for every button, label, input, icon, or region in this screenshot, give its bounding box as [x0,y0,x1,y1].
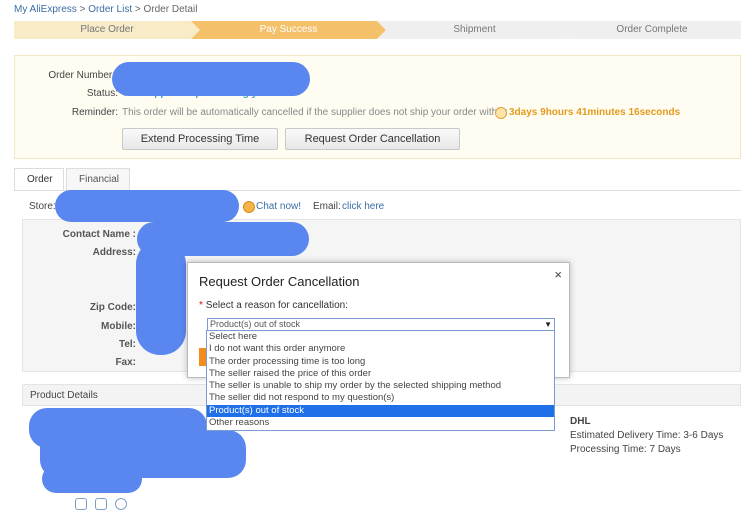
dialog-title: Request Order Cancellation [199,274,360,289]
email-link[interactable]: click here [342,201,384,212]
reason-option[interactable]: The seller is unable to ship my order by… [207,380,554,392]
reason-option[interactable]: The seller did not respond to my questio… [207,392,554,404]
step-place-order: Place Order [14,21,200,39]
reason-label: * Select a reason for cancellation: [199,300,348,311]
countdown-timer: 3days 9hours 41minutes 16seconds [509,107,681,118]
store-row: Store: [29,201,56,212]
image-icon[interactable] [95,498,107,510]
tab-financial[interactable]: Financial [66,168,130,190]
step-label: Pay Success [259,24,318,35]
processing-time: Processing Time: 7 Days [570,444,681,455]
step-label: Shipment [453,24,496,35]
request-order-cancellation-button[interactable]: Request Order Cancellation [285,128,460,150]
reason-option[interactable]: Select here [207,331,554,343]
breadcrumb-separator: > [134,4,141,15]
reason-option[interactable]: The order processing time is too long [207,356,554,368]
order-progress-steps: Place Order Pay Success Shipment Order C… [14,21,741,39]
reason-option-selected[interactable]: Product(s) out of stock [207,404,554,418]
close-icon[interactable]: × [554,267,562,282]
step-label: Order Complete [616,24,688,35]
clock-icon [495,107,507,119]
zip-code-label: Zip Code: [89,302,136,313]
reason-label-text: Select a reason for cancellation: [205,300,348,311]
required-mark: * [199,300,203,311]
tel-label: Tel: [118,339,136,350]
mobile-label: Mobile: [101,321,136,332]
selected-reason: Product(s) out of stock [210,319,301,329]
breadcrumb-home-link[interactable]: My AliExpress [14,4,77,15]
chat-now-link[interactable]: Chat now! [256,201,301,212]
breadcrumb: My AliExpress > Order List > Order Detai… [14,4,197,15]
extend-processing-time-button[interactable]: Extend Processing Time [122,128,278,150]
redaction-mark [42,465,142,493]
contact-name-label: Contact Name : [62,229,136,240]
step-label: Place Order [80,24,134,35]
countdown-suffix: . [669,107,672,118]
reminder-label: Reminder: [71,107,118,118]
reason-option[interactable]: The seller raised the price of this orde… [207,368,554,380]
step-order-complete: Order Complete [563,21,741,39]
breadcrumb-current: Order Detail [143,4,198,15]
email-label: Email: [313,201,341,212]
link-icon[interactable] [115,498,127,510]
tab-order[interactable]: Order [14,168,64,190]
breadcrumb-order-list-link[interactable]: Order List [88,4,132,15]
cancellation-reason-dropdown: Select here I do not want this order any… [206,330,555,431]
redaction-mark [55,190,239,222]
reminder-text: This order will be automatically cancell… [122,107,508,118]
order-number-label: Order Number: [48,70,115,81]
breadcrumb-separator: > [79,4,86,15]
alarm-icon[interactable] [75,498,87,510]
fax-label: Fax: [115,357,136,368]
redaction-mark [136,240,186,355]
address-label: Address: [92,247,136,258]
estimated-delivery-time: Estimated Delivery Time: 3-6 Days [570,430,724,441]
step-shipment: Shipment [377,21,572,39]
store-label: Store: [29,201,56,212]
reason-option[interactable]: I do not want this order anymore [207,343,554,355]
step-pay-success: Pay Success [191,21,386,39]
chevron-down-icon: ▼ [544,320,552,329]
status-label: Status: [86,88,118,99]
reason-option[interactable]: Other reasons [207,417,554,429]
chat-icon[interactable] [243,201,255,213]
redaction-mark [112,62,310,96]
shipping-carrier: DHL [570,416,591,427]
